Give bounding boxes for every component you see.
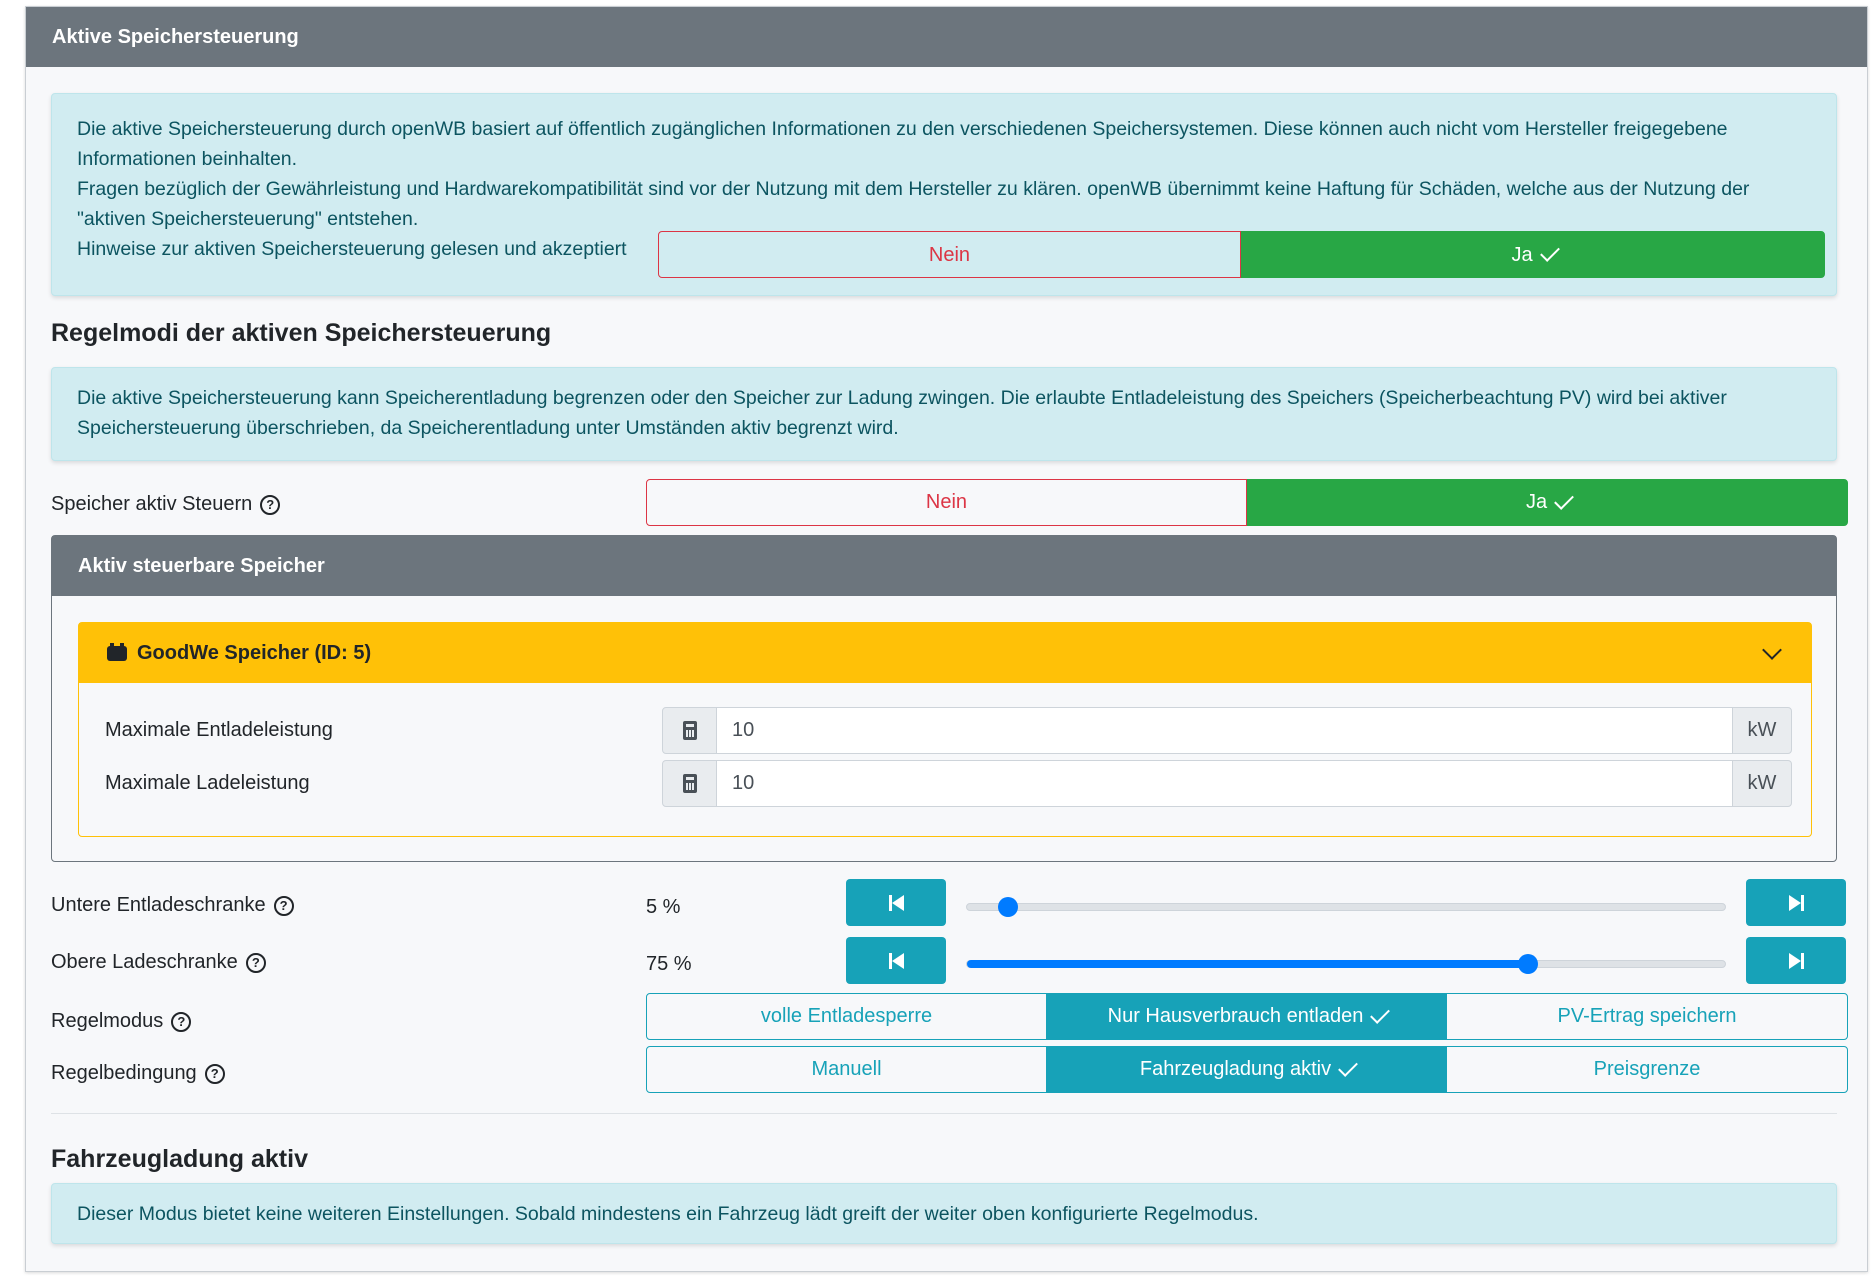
lower-discharge-label: Untere Entladeschranke ?: [51, 894, 294, 917]
controllable-storage-card: Aktiv steuerbare Speicher GoodWe Speiche…: [51, 535, 1837, 862]
lower-discharge-max-button[interactable]: [1746, 879, 1846, 926]
upper-charge-max-button[interactable]: [1746, 937, 1846, 984]
lower-discharge-slider[interactable]: [966, 897, 1726, 917]
help-icon[interactable]: ?: [273, 895, 294, 916]
fahrzeug-heading: Fahrzeugladung aktiv: [51, 1145, 308, 1173]
steuern-no-button[interactable]: Nein: [646, 479, 1247, 526]
device-card-header[interactable]: GoodWe Speicher (ID: 5): [79, 623, 1811, 683]
max-charge-label: Maximale Ladeleistung: [105, 772, 310, 794]
upper-charge-label: Obere Ladeschranke ?: [51, 951, 266, 974]
accept-yes-button[interactable]: Ja: [1241, 231, 1825, 278]
regelbedingung-label: Regelbedingung ?: [51, 1062, 225, 1085]
regelbedingung-option-1[interactable]: Fahrzeugladung aktiv: [1046, 1046, 1447, 1093]
regelmodus-option-0[interactable]: volle Entladesperre: [646, 993, 1047, 1040]
disclaimer-alert: Die aktive Speichersteuerung durch openW…: [51, 93, 1837, 296]
accept-label: Hinweise zur aktiven Speichersteuerung g…: [77, 238, 627, 260]
skip-start-icon: [888, 952, 904, 969]
regelmodus-option-2[interactable]: PV-Ertrag speichern: [1446, 993, 1848, 1040]
storage-control-card: Aktive Speichersteuerung Die aktive Spei…: [25, 6, 1868, 1272]
fahrzeug-info: Dieser Modus bietet keine weiteren Einst…: [51, 1183, 1837, 1244]
steuern-label: Speicher aktiv Steuern ?: [51, 493, 281, 516]
upper-charge-slider[interactable]: [966, 954, 1726, 974]
calculator-icon: [682, 721, 697, 740]
check-icon: [1338, 1056, 1359, 1077]
regelmodi-heading: Regelmodi der aktiven Speichersteuerung: [51, 319, 552, 347]
disclaimer-text-2: Fragen bezüglich der Gewährleistung und …: [77, 178, 1750, 230]
max-charge-input[interactable]: 10: [717, 760, 1732, 807]
unit-label: kW: [1732, 760, 1792, 807]
check-icon: [1539, 241, 1560, 262]
divider: [51, 1113, 1837, 1114]
calculator-icon: [682, 774, 697, 793]
max-discharge-input[interactable]: 10: [717, 707, 1732, 754]
help-icon[interactable]: ?: [260, 494, 281, 515]
help-icon[interactable]: ?: [171, 1011, 192, 1032]
chevron-down-icon[interactable]: [1762, 640, 1782, 660]
unit-label: kW: [1732, 707, 1792, 754]
check-icon: [1554, 489, 1574, 510]
regelmodi-info: Die aktive Speichersteuerung kann Speich…: [51, 367, 1837, 461]
help-icon[interactable]: ?: [204, 1063, 225, 1084]
skip-end-icon: [1788, 894, 1804, 911]
skip-start-icon: [888, 894, 904, 911]
max-discharge-label: Maximale Entladeleistung: [105, 719, 333, 741]
lower-discharge-value: 5 %: [646, 896, 681, 918]
card-header: Aktive Speichersteuerung: [26, 7, 1867, 67]
regelmodus-label: Regelmodus ?: [51, 1010, 192, 1033]
regelbedingung-option-0[interactable]: Manuell: [646, 1046, 1047, 1093]
battery-icon: [107, 642, 127, 661]
upper-charge-value: 75 %: [646, 953, 692, 975]
disclaimer-text-1: Die aktive Speichersteuerung durch openW…: [77, 118, 1728, 170]
slider-thumb[interactable]: [998, 897, 1019, 917]
regelmodus-option-1[interactable]: Nur Hausverbrauch entladen: [1046, 993, 1447, 1040]
slider-thumb[interactable]: [1517, 954, 1538, 974]
upper-charge-min-button[interactable]: [846, 937, 946, 984]
help-icon[interactable]: ?: [245, 952, 266, 973]
device-card: GoodWe Speicher (ID: 5) Maximale Entlade…: [78, 622, 1812, 837]
steuern-yes-button[interactable]: Ja: [1247, 479, 1848, 526]
controllable-storage-header: Aktiv steuerbare Speicher: [52, 536, 1836, 596]
lower-discharge-min-button[interactable]: [846, 879, 946, 926]
check-icon: [1370, 1003, 1391, 1024]
regelbedingung-option-2[interactable]: Preisgrenze: [1446, 1046, 1848, 1093]
max-charge-input-group: 10 kW: [662, 760, 1792, 807]
accept-no-button[interactable]: Nein: [658, 231, 1241, 278]
max-discharge-input-group: 10 kW: [662, 707, 1792, 754]
skip-end-icon: [1788, 952, 1804, 969]
